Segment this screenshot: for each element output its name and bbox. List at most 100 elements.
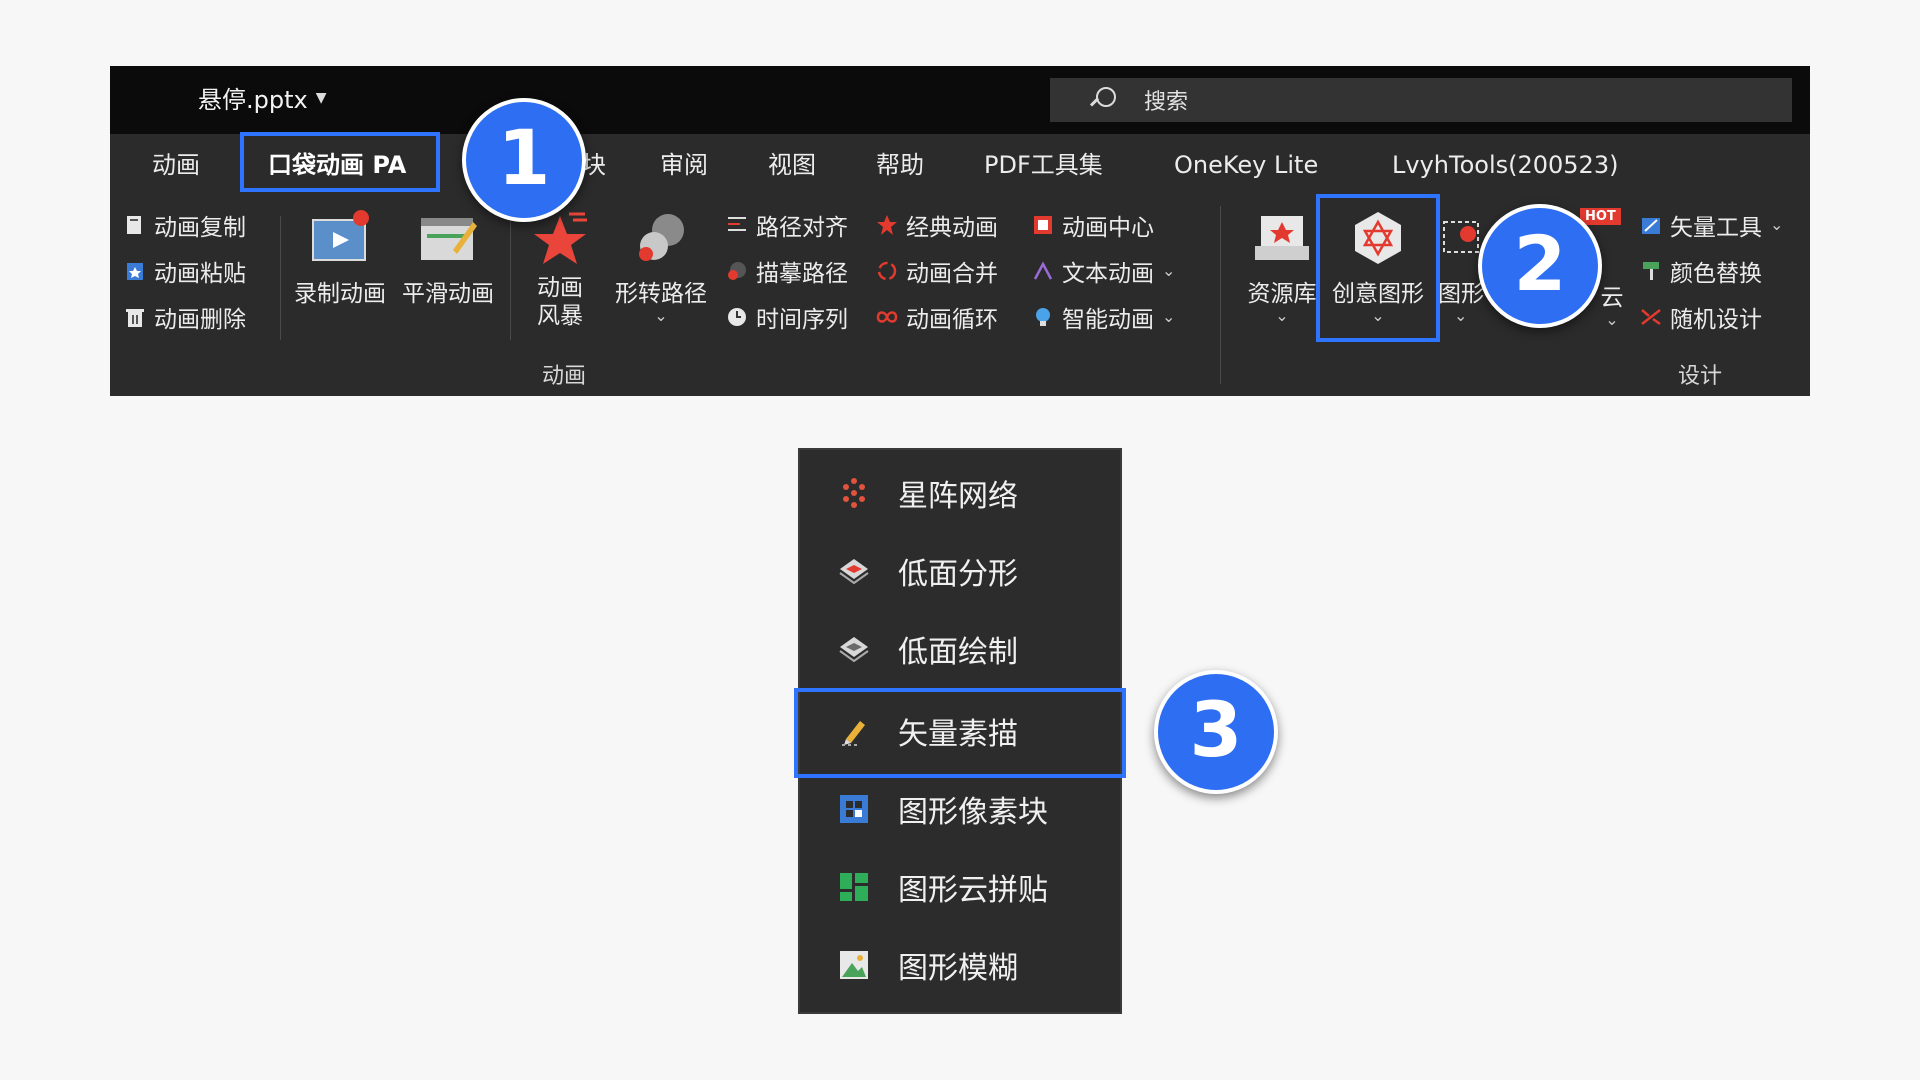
animation-merge-label: 动画合并 bbox=[906, 261, 998, 287]
tab-onekey-lite[interactable]: OneKey Lite bbox=[1174, 134, 1318, 196]
step-badge-3: 3 bbox=[1154, 670, 1278, 794]
classic-animation-button[interactable]: 经典动画 bbox=[876, 208, 998, 242]
trace-path-button[interactable]: 描摹路径 bbox=[726, 254, 848, 288]
menu-item-label: 图形像素块 bbox=[898, 795, 1048, 830]
text-animation-button[interactable]: 文本动画 ⌄ bbox=[1032, 254, 1175, 288]
shape-partial-label: 图形 bbox=[1438, 281, 1484, 307]
animation-center-button[interactable]: 动画中心 bbox=[1032, 208, 1154, 242]
morph-path-label: 形转路径 bbox=[615, 281, 707, 307]
path-align-label: 路径对齐 bbox=[756, 215, 848, 241]
separator bbox=[510, 216, 511, 340]
chevron-down-icon: ⌄ bbox=[1371, 306, 1385, 325]
menu-item-star-network[interactable]: 星阵网络 bbox=[800, 454, 1120, 532]
star-icon bbox=[876, 214, 898, 236]
menu-item-shape-pixel-block[interactable]: 图形像素块 bbox=[800, 770, 1120, 848]
menu-item-low-poly-fractal[interactable]: 低面分形 bbox=[800, 532, 1120, 610]
copy-icon bbox=[124, 214, 146, 236]
animation-storm-button[interactable]: 动画 风暴 bbox=[520, 208, 600, 330]
record-animation-button[interactable]: 录制动画 bbox=[290, 208, 390, 308]
file-name-dropdown[interactable]: 悬停.pptx ▼ bbox=[198, 80, 327, 115]
vector-tool-label: 矢量工具 bbox=[1670, 215, 1762, 241]
menu-item-shape-cloud-collage[interactable]: 图形云拼贴 bbox=[800, 848, 1120, 926]
color-replace-label: 颜色替换 bbox=[1670, 261, 1762, 287]
menu-item-label: 星阵网络 bbox=[898, 479, 1018, 514]
creative-shape-button[interactable]: 创意图形 ⌄ bbox=[1328, 208, 1428, 324]
text-animation-label: 文本动画 bbox=[1062, 261, 1154, 287]
tab-help[interactable]: 帮助 bbox=[876, 134, 924, 196]
chevron-down-icon: ⌄ bbox=[1770, 215, 1784, 234]
text-animation-icon bbox=[1032, 260, 1054, 282]
trace-path-label: 描摹路径 bbox=[756, 261, 848, 287]
vector-tool-icon bbox=[1640, 214, 1662, 236]
animation-delete-label: 动画删除 bbox=[154, 307, 246, 333]
timeline-label: 时间序列 bbox=[756, 307, 848, 333]
chevron-down-icon: ⌄ bbox=[1454, 306, 1468, 324]
menu-item-shape-blur[interactable]: 图形模糊 bbox=[800, 926, 1120, 1004]
menu-item-label: 低面分形 bbox=[898, 557, 1018, 592]
menu-item-label: 图形模糊 bbox=[898, 951, 1018, 986]
smart-animation-button[interactable]: 智能动画 ⌄ bbox=[1032, 300, 1175, 334]
group-label-animation: 动画 bbox=[542, 364, 587, 389]
morph-path-button[interactable]: 形转路径 ⌄ bbox=[606, 208, 716, 324]
step-badge-1: 1 bbox=[462, 98, 586, 222]
animation-storm-label-2: 风暴 bbox=[537, 303, 583, 329]
pixel-block-icon bbox=[838, 793, 870, 825]
animation-merge-button[interactable]: 动画合并 bbox=[876, 254, 998, 288]
path-align-button[interactable]: 路径对齐 bbox=[726, 208, 848, 242]
timeline-button[interactable]: 时间序列 bbox=[726, 300, 848, 334]
tab-pocket-animation[interactable]: 口袋动画 PA bbox=[268, 134, 406, 196]
color-replace-button[interactable]: 颜色替换 bbox=[1640, 254, 1762, 288]
animation-center-icon bbox=[1032, 214, 1054, 236]
group-label-design: 设计 bbox=[1678, 364, 1723, 389]
morph-path-icon bbox=[630, 208, 692, 268]
chevron-down-icon: ⌄ bbox=[1605, 310, 1619, 329]
animation-copy-label: 动画复制 bbox=[154, 215, 246, 241]
low-poly-draw-icon bbox=[838, 633, 870, 665]
tab-lvyhtools[interactable]: LvyhTools(200523) bbox=[1392, 134, 1618, 196]
animation-loop-button[interactable]: 动画循环 bbox=[876, 300, 998, 334]
resource-library-label: 资源库 bbox=[1247, 281, 1317, 307]
menu-item-label: 低面绘制 bbox=[898, 635, 1018, 670]
lightbulb-icon bbox=[1032, 306, 1054, 328]
animation-delete-button[interactable]: 动画删除 bbox=[124, 300, 246, 334]
shuffle-icon bbox=[1640, 306, 1662, 328]
trace-path-icon bbox=[726, 260, 748, 282]
low-poly-fractal-icon bbox=[838, 555, 870, 587]
resource-library-icon bbox=[1251, 208, 1313, 268]
animation-center-label: 动画中心 bbox=[1062, 215, 1154, 241]
step-badge-2: 2 bbox=[1478, 204, 1602, 328]
dot-grid-icon bbox=[838, 477, 870, 509]
search-box[interactable]: 搜索 bbox=[1050, 78, 1792, 122]
trash-icon bbox=[124, 306, 146, 328]
search-label: 搜索 bbox=[1144, 90, 1189, 115]
record-animation-icon bbox=[309, 208, 371, 268]
tab-review[interactable]: 审阅 bbox=[660, 134, 708, 196]
infinity-icon bbox=[876, 306, 898, 328]
hexagram-icon bbox=[1347, 208, 1409, 268]
file-name: 悬停.pptx bbox=[198, 86, 308, 114]
animation-copy-button[interactable]: 动画复制 bbox=[124, 208, 246, 242]
menu-item-vector-sketch[interactable]: 矢量素描 bbox=[800, 692, 1120, 770]
tab-pdf-tools[interactable]: PDF工具集 bbox=[984, 134, 1103, 196]
smooth-animation-button[interactable]: 平滑动画 bbox=[398, 208, 498, 308]
smooth-animation-icon bbox=[417, 208, 479, 268]
tab-animation[interactable]: 动画 bbox=[152, 134, 200, 196]
chevron-down-icon: ⌄ bbox=[654, 306, 668, 325]
collage-icon bbox=[838, 871, 870, 903]
smooth-animation-label: 平滑动画 bbox=[402, 281, 494, 307]
merge-icon bbox=[876, 260, 898, 282]
separator bbox=[280, 216, 281, 340]
smart-animation-label: 智能动画 bbox=[1062, 307, 1154, 333]
clock-icon bbox=[726, 306, 748, 328]
tab-view[interactable]: 视图 bbox=[768, 134, 816, 196]
menu-item-low-poly-draw[interactable]: 低面绘制 bbox=[800, 610, 1120, 688]
resource-library-button[interactable]: 资源库 ⌄ bbox=[1242, 208, 1322, 324]
animation-paste-button[interactable]: 动画粘贴 bbox=[124, 254, 246, 288]
cloud-partial-label: 云 bbox=[1600, 285, 1624, 311]
paste-icon bbox=[124, 260, 146, 282]
hot-badge: HOT bbox=[1580, 208, 1621, 225]
menu-item-label: 矢量素描 bbox=[898, 717, 1018, 752]
vector-tool-button[interactable]: 矢量工具 ⌄ bbox=[1640, 208, 1783, 242]
random-design-button[interactable]: 随机设计 bbox=[1640, 300, 1762, 334]
menu-item-label: 图形云拼贴 bbox=[898, 873, 1048, 908]
